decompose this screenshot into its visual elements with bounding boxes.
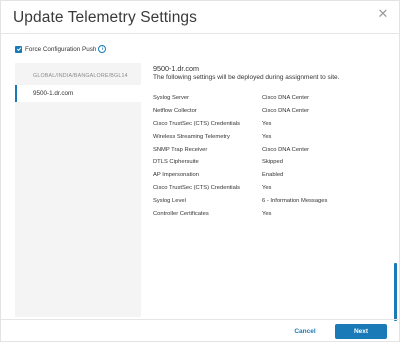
setting-value: Skipped [262, 159, 283, 166]
site-tree-panel: GLOBAL/INDIA/BANGALORE/BGL14 9500-1.dr.c… [15, 63, 141, 317]
update-telemetry-dialog: Update Telemetry Settings ✕ Force Config… [0, 0, 400, 342]
tree-item-device[interactable]: 9500-1.dr.com [15, 85, 141, 102]
setting-row: SNMP Trap Receiver Cisco DNA Center [153, 147, 383, 160]
setting-row: Netflow Collector Cisco DNA Center [153, 108, 383, 121]
force-push-label[interactable]: Force Configuration Push [25, 46, 96, 53]
device-description: The following settings will be deployed … [153, 74, 340, 81]
setting-row: Cisco TrustSec (CTS) Credentials Yes [153, 121, 383, 134]
settings-list: Syslog Server Cisco DNA Center Netflow C… [153, 95, 383, 224]
setting-value: 6 - Information Messages [262, 198, 328, 205]
force-configuration-push-row: Force Configuration Push i [15, 43, 107, 55]
setting-key: AP Impersonation [153, 172, 199, 179]
setting-value: Cisco DNA Center [262, 95, 310, 101]
setting-key: Cisco TrustSec (CTS) Credentials [153, 185, 240, 192]
setting-row: Controller Certificates Yes [153, 211, 383, 224]
setting-key: Cisco TrustSec (CTS) Credentials [153, 120, 240, 127]
next-button[interactable]: Next [335, 324, 387, 339]
site-path-header: GLOBAL/INDIA/BANGALORE/BGL14 [33, 73, 128, 79]
device-name: 9500-1.dr.com [153, 64, 199, 73]
setting-value: Cisco DNA Center [262, 107, 310, 114]
setting-row: Syslog Level 6 - Information Messages [153, 198, 383, 211]
setting-key: Syslog Level [153, 198, 186, 205]
setting-key: Netflow Collector [153, 107, 197, 114]
setting-value: Cisco DNA Center [262, 146, 310, 153]
setting-row: AP Impersonation Enabled [153, 172, 383, 185]
setting-key: DTLS Ciphersuite [153, 159, 199, 166]
setting-row: Wireless Streaming Telemetry Yes [153, 134, 383, 147]
setting-value: Yes [262, 211, 272, 218]
setting-key: Syslog Server [153, 95, 190, 101]
header-divider [1, 33, 400, 34]
setting-row: Syslog Server Cisco DNA Center [153, 95, 383, 108]
setting-key: Wireless Streaming Telemetry [153, 133, 230, 140]
scrollbar-thumb[interactable] [394, 263, 397, 321]
force-push-checkbox[interactable] [15, 45, 22, 53]
setting-key: Controller Certificates [153, 211, 209, 218]
setting-row: DTLS Ciphersuite Skipped [153, 159, 383, 172]
info-icon[interactable]: i [98, 45, 107, 53]
selection-indicator [15, 85, 17, 102]
setting-value: Yes [262, 185, 272, 192]
setting-value: Yes [262, 120, 272, 127]
setting-value: Enabled [262, 172, 284, 179]
checkmark-icon [16, 47, 21, 52]
setting-row: Cisco TrustSec (CTS) Credentials Yes [153, 185, 383, 198]
setting-key: SNMP Trap Receiver [153, 146, 208, 153]
tree-item-label: 9500-1.dr.com [33, 90, 74, 97]
close-icon[interactable]: ✕ [377, 7, 389, 20]
dialog-title: Update Telemetry Settings [13, 9, 198, 26]
cancel-button[interactable]: Cancel [283, 325, 327, 338]
footer-divider [1, 319, 400, 320]
setting-value: Yes [262, 133, 272, 140]
